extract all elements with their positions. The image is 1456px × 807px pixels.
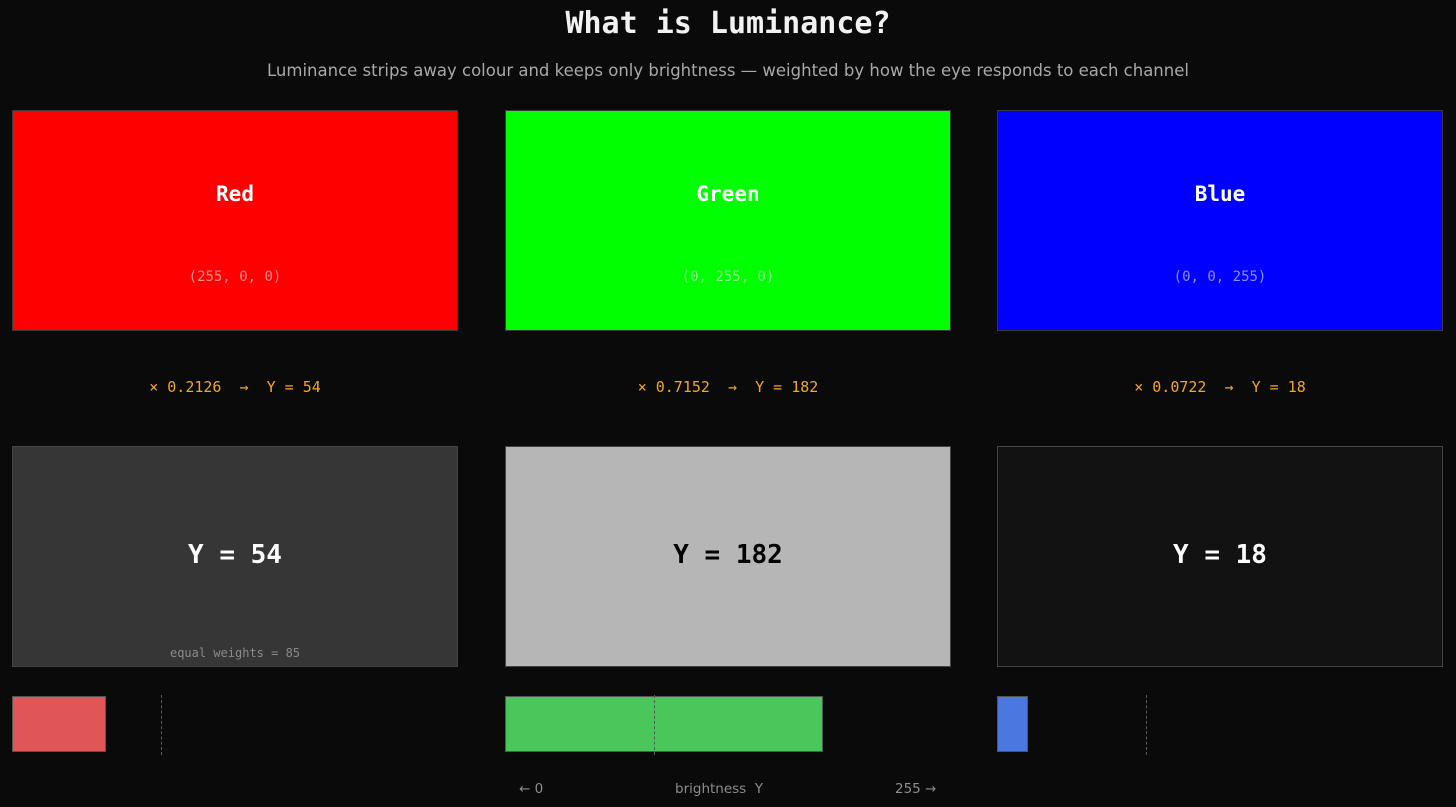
luminance-value: Y = 18 bbox=[1173, 540, 1267, 570]
axis-title: brightness Y bbox=[675, 781, 764, 797]
red-brightness-track bbox=[12, 695, 458, 755]
equal-weight-marker bbox=[654, 695, 655, 755]
channel-rgb: (0, 255, 0) bbox=[681, 269, 775, 285]
green-color-swatch: Green (0, 255, 0) bbox=[505, 110, 951, 331]
channel-rgb: (255, 0, 0) bbox=[188, 269, 282, 285]
channel-name: Blue bbox=[1194, 182, 1246, 206]
page-title: What is Luminance? bbox=[565, 6, 891, 41]
page-subtitle: Luminance strips away colour and keeps o… bbox=[267, 61, 1189, 80]
axis-min-label: ← 0 bbox=[519, 781, 544, 797]
blue-brightness-bar bbox=[997, 696, 1028, 752]
luminance-value: Y = 54 bbox=[188, 540, 282, 570]
blue-luminance-formula: × 0.0722 → Y = 18 bbox=[1134, 378, 1306, 396]
red-color-swatch: Red (255, 0, 0) bbox=[12, 110, 458, 331]
equal-weight-marker bbox=[161, 695, 162, 755]
red-luminance-formula: × 0.2126 → Y = 54 bbox=[149, 378, 321, 396]
blue-brightness-track bbox=[997, 695, 1443, 755]
green-brightness-track bbox=[505, 695, 951, 755]
channel-name: Green bbox=[696, 182, 760, 206]
red-brightness-bar bbox=[12, 696, 106, 752]
equal-weights-note: equal weights = 85 bbox=[169, 646, 301, 660]
channel-name: Red bbox=[216, 182, 254, 206]
blue-gray-swatch: Y = 18 bbox=[997, 446, 1443, 667]
blue-color-swatch: Blue (0, 0, 255) bbox=[997, 110, 1443, 331]
red-gray-swatch: Y = 54 equal weights = 85 bbox=[12, 446, 458, 667]
green-luminance-formula: × 0.7152 → Y = 182 bbox=[637, 378, 819, 396]
channel-rgb: (0, 0, 255) bbox=[1173, 269, 1267, 285]
equal-weight-marker bbox=[1146, 695, 1147, 755]
luminance-value: Y = 182 bbox=[673, 540, 783, 570]
green-brightness-bar bbox=[505, 696, 823, 752]
axis-max-label: 255 → bbox=[895, 781, 937, 797]
green-gray-swatch: Y = 182 bbox=[505, 446, 951, 667]
